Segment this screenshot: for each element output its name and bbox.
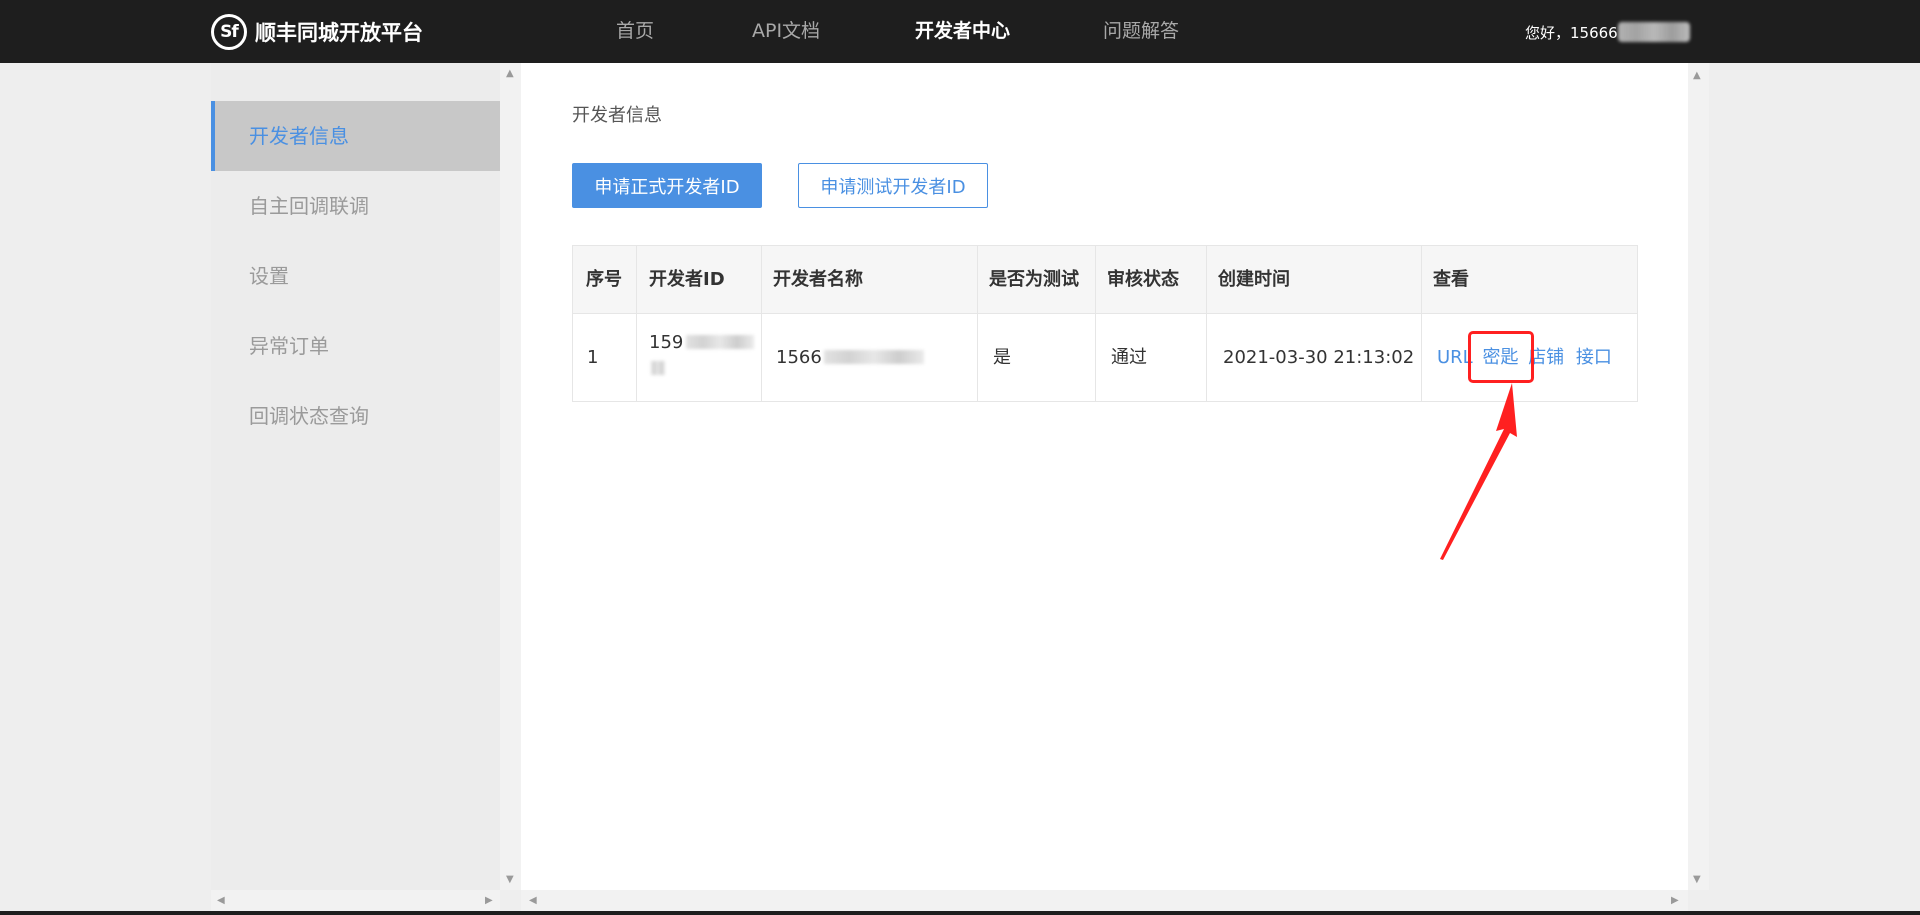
logo[interactable]: Sf 顺丰同城开放平台 [211, 14, 423, 50]
column-header-index: 序号 [586, 269, 622, 290]
nav-faq[interactable]: 问题解答 [1103, 0, 1179, 63]
page-title: 开发者信息 [572, 105, 662, 126]
redacted-dev-id-cont [651, 360, 665, 375]
sidebar-item-callback-debug[interactable]: 自主回调联调 [211, 171, 500, 241]
column-header-is-test: 是否为测试 [989, 269, 1079, 290]
column-divider [636, 246, 637, 401]
scroll-left-icon[interactable]: ◀ [529, 896, 537, 906]
column-header-dev-name: 开发者名称 [773, 269, 863, 290]
apply-test-id-button[interactable]: 申请测试开发者ID [798, 163, 988, 208]
column-divider [1206, 246, 1207, 401]
sidebar-item-developer-info[interactable]: 开发者信息 [211, 101, 500, 171]
dev-name-prefix: 1566 [776, 347, 822, 368]
scroll-right-icon[interactable]: ▶ [1671, 896, 1679, 906]
sidebar-vertical-scrollbar[interactable]: ▲ ▼ [500, 63, 521, 890]
nav-home[interactable]: 首页 [616, 0, 654, 63]
main-horizontal-scrollbar[interactable]: ◀ ▶ [521, 890, 1688, 911]
sidebar-item-abnormal-orders[interactable]: 异常订单 [211, 311, 500, 381]
dev-id-prefix: 159 [649, 332, 684, 353]
column-header-status: 审核状态 [1107, 269, 1179, 290]
sidebar-item-settings[interactable]: 设置 [211, 241, 500, 311]
sidebar-horizontal-scrollbar[interactable]: ◀ ▶ [211, 890, 500, 911]
top-nav-bar: Sf 顺丰同城开放平台 首页 API文档 开发者中心 问题解答 您好，15666 [0, 0, 1920, 63]
column-divider [1421, 246, 1422, 401]
nav-developer-center[interactable]: 开发者中心 [915, 0, 1010, 63]
scroll-down-icon[interactable]: ▼ [1693, 875, 1701, 885]
column-divider [761, 246, 762, 401]
column-divider [977, 246, 978, 401]
redacted-phone [1617, 22, 1690, 42]
cell-status: 通过 [1111, 347, 1147, 368]
sidebar: 开发者信息 自主回调联调 设置 异常订单 回调状态查询 [211, 63, 500, 890]
main-vertical-scrollbar[interactable]: ▲ ▼ [1688, 63, 1709, 890]
scroll-up-icon[interactable]: ▲ [506, 69, 514, 79]
redacted-dev-name [823, 349, 924, 364]
nav-api-docs[interactable]: API文档 [752, 0, 820, 63]
cell-is-test: 是 [993, 347, 1011, 368]
greeting-text: 您好，15666 [1525, 24, 1618, 42]
apply-formal-id-button[interactable]: 申请正式开发者ID [572, 163, 762, 208]
arrow-shape [1440, 383, 1517, 560]
red-arrow-annotation [1440, 383, 1517, 560]
column-header-created: 创建时间 [1218, 269, 1290, 290]
scroll-down-icon[interactable]: ▼ [506, 875, 514, 885]
cell-created: 2021-03-30 21:13:02 [1223, 347, 1415, 368]
column-header-dev-id: 开发者ID [649, 269, 725, 290]
sf-logo-icon: Sf [211, 14, 247, 50]
platform-name: 顺丰同城开放平台 [255, 21, 423, 45]
column-divider [1095, 246, 1096, 401]
cell-dev-id: 159 [649, 330, 759, 417]
column-header-view: 查看 [1433, 269, 1469, 290]
cell-dev-name: 1566 [776, 314, 924, 401]
sidebar-item-callback-status[interactable]: 回调状态查询 [211, 381, 500, 451]
user-greeting[interactable]: 您好，15666 [1525, 0, 1690, 63]
table-header [573, 246, 1637, 314]
window-bottom-edge [0, 911, 1920, 915]
scroll-right-icon[interactable]: ▶ [485, 896, 493, 906]
cell-index: 1 [587, 347, 599, 368]
highlight-box [1468, 331, 1534, 383]
scroll-up-icon[interactable]: ▲ [1693, 71, 1701, 81]
scroll-left-icon[interactable]: ◀ [217, 896, 225, 906]
redacted-dev-id [686, 334, 755, 349]
api-link[interactable]: 接口 [1576, 347, 1612, 368]
